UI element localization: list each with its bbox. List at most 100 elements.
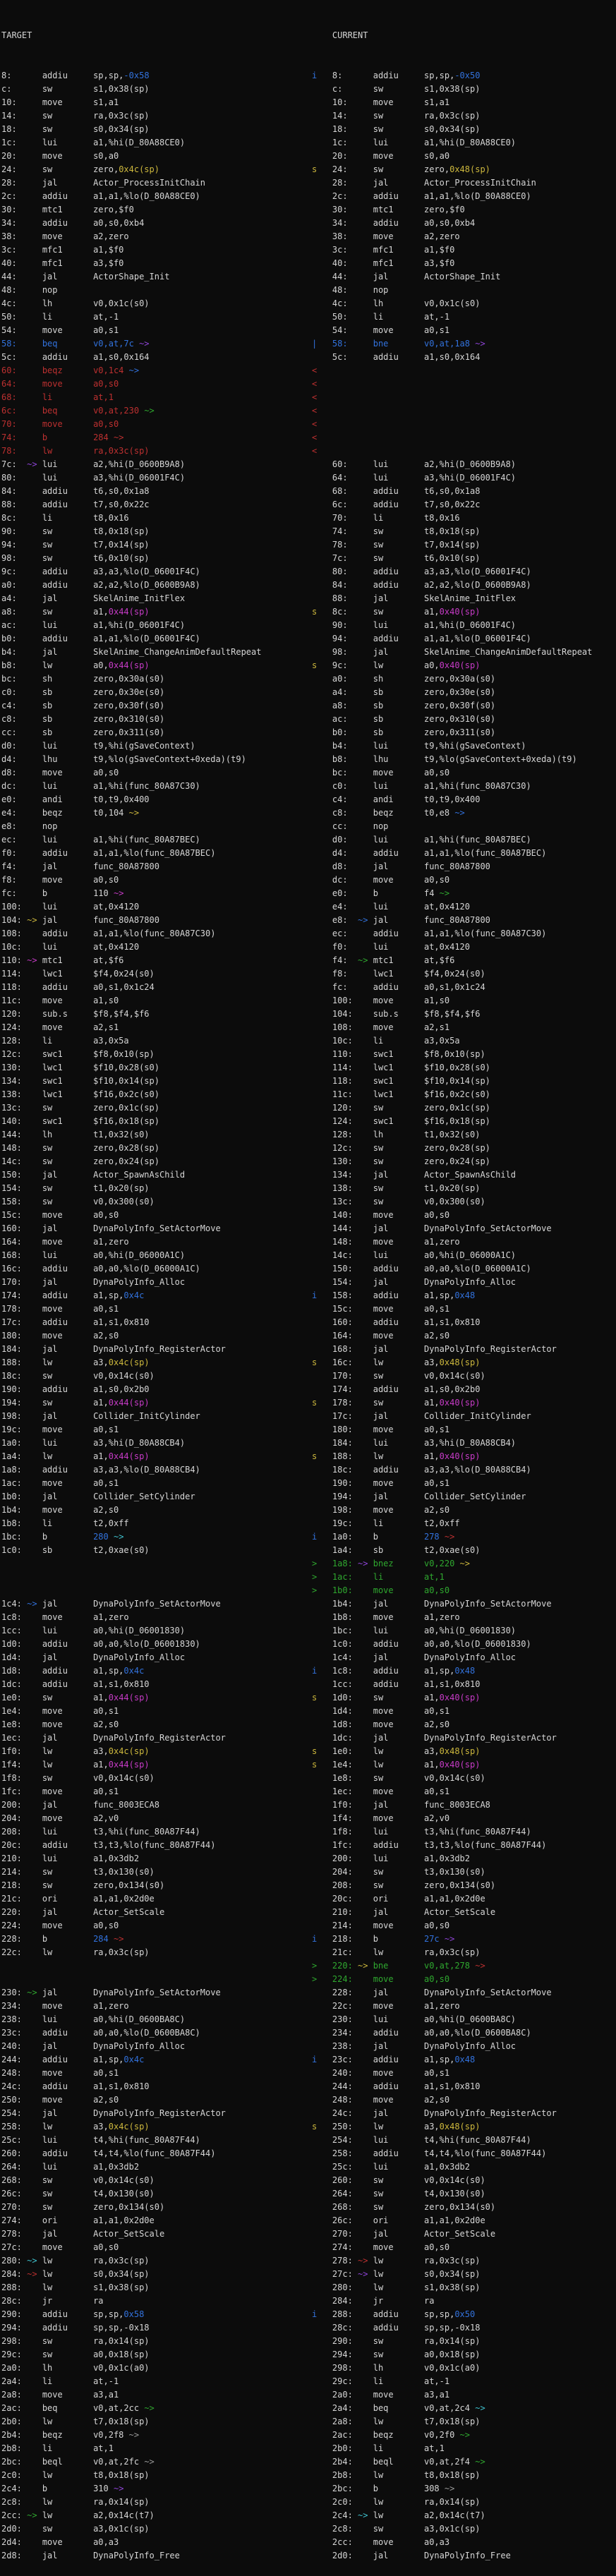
target-line: 1b8: li t2,0xff [1,1517,129,1530]
diff-row: 1b0: jal Collider_SetCylinder 194: jal C… [0,1490,616,1504]
diff-row: e8: nop cc: nop [0,820,616,833]
current-line: 94: addiu a1,a1,%lo(D_06001F4C) [312,632,531,646]
diff-row: c8: sb zero,0x310(s0) ac: sb zero,0x310(… [0,713,616,726]
current-line: 26c: ori a1,a1,0x2d0e [312,2214,485,2227]
target-line: 8c: li t8,0x16 [1,512,129,525]
target-line: c4: sb zero,0x30f(s0) [1,699,164,713]
diff-row: 104: ~> jal func_80A87800 e8: ~> jal fun… [0,914,616,927]
diff-row: 2a4: li at,-1 29c: li at,-1 [0,2375,616,2388]
current-line: s 16c: lw a3,0x48(sp) [312,1356,480,1369]
current-line: 228: jal DynaPolyInfo_SetActorMove [312,1986,552,2000]
diff-row: 48: nop 48: nop [0,284,616,297]
diff-row: 2d4: move a0,a3 2cc: move a0,a3 [0,2536,616,2549]
current-line: 1f8: lui t3,%hi(func_80A87F44) [312,1825,531,1839]
target-line: 58: beq v0,at,7c ~> [1,337,150,351]
current-line: s 9c: lw a0,0x40(sp) [312,659,480,672]
current-line: 110: swc1 $f8,0x10(sp) [312,1048,485,1061]
diff-row: 198: jal Collider_InitCylinder 17c: jal … [0,1410,616,1423]
current-line: 4c: lh v0,0x1c(s0) [312,297,480,310]
target-line: 148: sw zero,0x28(sp) [1,1142,159,1155]
diff-row: 1d0: addiu a0,a0,%lo(D_06001830) 1c0: ad… [0,1638,616,1651]
current-line: 154: jal DynaPolyInfo_Alloc [312,1276,516,1289]
current-line: s 178: sw a1,0x40(sp) [312,1396,480,1410]
current-line: 150: addiu a0,a0,%lo(D_06000A1C) [312,1262,531,1276]
target-line: 278: jal Actor_SetScale [1,2227,164,2241]
target-line: 194: sw a1,0x44(sp) [1,1396,150,1410]
current-line: 124: swc1 $f16,0x18(sp) [312,1115,490,1128]
current-line: e8: ~> jal func_80A87800 [312,914,490,927]
diff-row: 1c: lui a1,%hi(D_80A88CE0) 1c: lui a1,%h… [0,136,616,150]
diff-row: 1c8: move a1,zero 1b8: move a1,zero [0,1611,616,1624]
current-line: 130: sw zero,0x24(sp) [312,1155,490,1168]
target-line: 2d0: sw a3,0x1c(sp) [1,2522,150,2536]
diff-row: 1ac: move a0,s1 190: move a0,s1 [0,1477,616,1490]
target-line: 120: sub.s $f8,$f4,$f6 [1,1008,150,1021]
target-line: 10c: lui at,0x4120 [1,941,139,954]
diff-row: 2c: addiu a1,a1,%lo(D_80A88CE0) 2c: addi… [0,190,616,203]
target-line: 1b4: move a2,s0 [1,1504,119,1517]
diff-row: 2a8: move a3,a1 2a0: move a3,a1 [0,2388,616,2402]
current-line: d4: addiu a1,a1,%lo(func_80A87BEC) [312,847,546,860]
target-line: 2c8: lw ra,0x14(sp) [1,2496,150,2509]
target-line: 1e4: move a0,s1 [1,1705,119,1718]
current-line: 12c: sw zero,0x28(sp) [312,1142,490,1155]
diff-row: > 220: ~> bne v0,at,278 ~> [0,1959,616,1973]
target-line: 2bc: beql v0,at,2fc ~> [1,2455,155,2469]
diff-row: 204: move a2,v0 1f4: move a2,v0 [0,1812,616,1825]
diff-row: f0: addiu a1,a1,%lo(func_80A87BEC) d4: a… [0,847,616,860]
diff-row: 1d4: jal DynaPolyInfo_Alloc 1c4: jal Dyn… [0,1651,616,1664]
diff-row: 1a8: addiu a3,a3,%lo(D_80A88CB4) 18c: ad… [0,1463,616,1477]
current-line: 264: sw t4,0x130(s0) [312,2187,485,2201]
current-line: 1cc: addiu a1,s1,0x810 [312,1678,480,1691]
current-line: i 158: addiu a1,sp,0x48 [312,1289,475,1302]
target-line: 21c: ori a1,a1,0x2d0e [1,1892,155,1906]
current-line: 98: jal SkelAnime_ChangeAnimDefaultRepea… [312,646,592,659]
target-line: 48: nop [1,284,93,297]
target-line: 224: move a0,s0 [1,1919,119,1933]
diff-row: 184: jal DynaPolyInfo_RegisterActor 168:… [0,1343,616,1356]
target-line: 28: jal Actor_ProcessInitChain [1,176,205,190]
target-line: 208: lui t3,%hi(func_80A87F44) [1,1825,200,1839]
current-line: 298: lh v0,0x1c(a0) [312,2362,480,2375]
diff-row: 6c: beq v0,at,230 ~>< [0,404,616,418]
target-line: 2b0: lw t7,0x18(sp) [1,2415,150,2429]
target-line: 180: move a2,s0 [1,1329,119,1343]
current-line: fc: addiu a0,s1,0x1c24 [312,981,485,994]
diff-row: 54: move a0,s1 54: move a0,s1 [0,324,616,337]
target-line: 258: lw a3,0x4c(sp) [1,2120,150,2134]
current-line: 40: mfc1 a3,$f0 [312,257,454,270]
target-line: 1a0: lui a3,%hi(D_80A88CB4) [1,1437,185,1450]
diff-row: 17c: addiu a1,s1,0x810 160: addiu a1,s1,… [0,1316,616,1329]
target-line: 1d4: jal DynaPolyInfo_Alloc [1,1651,185,1664]
current-line: ec: addiu a1,a1,%lo(func_80A87C30) [312,927,546,941]
diff-row: 248: move a0,s1 240: move a0,s1 [0,2067,616,2080]
target-line: 168: lui a0,%hi(D_06000A1C) [1,1249,185,1262]
target-line: b4: jal SkelAnime_ChangeAnimDefaultRepea… [1,646,261,659]
target-line: 214: sw t3,0x130(s0) [1,1866,155,1879]
diff-row: 260: addiu t4,t4,%lo(func_80A87F44) 258:… [0,2147,616,2160]
current-line: | 58: bne v0,at,1a8 ~> [312,337,485,351]
current-line: 268: sw zero,0x134(s0) [312,2201,495,2214]
diff-row: 28: jal Actor_ProcessInitChain 28: jal A… [0,176,616,190]
diff-row: a0: addiu a2,a2,%lo(D_0600B9A8) 84: addi… [0,579,616,592]
current-line: 240: move a0,s1 [312,2067,449,2080]
current-line: 254: lui t4,%hi(func_80A87F44) [312,2134,531,2147]
diff-row: dc: lui a1,%hi(func_80A87C30) c0: lui a1… [0,780,616,793]
current-line: e4: lui at,0x4120 [312,900,470,914]
target-line: 114: lwc1 $f4,0x24(s0) [1,967,155,981]
diff-row: 10c: lui at,0x4120 f0: lui at,0x4120 [0,941,616,954]
target-line: 240: jal DynaPolyInfo_Alloc [1,2040,185,2053]
current-line: f0: lui at,0x4120 [312,941,470,954]
target-line: 88: addiu t7,s0,0x22c [1,498,150,512]
diff-row: 128: li a3,0x5a 10c: li a3,0x5a [0,1034,616,1048]
current-line: 244: addiu a1,s1,0x810 [312,2080,480,2093]
current-line: c: sw s1,0x38(sp) [312,83,480,96]
target-line: 144: lh t1,0x32(s0) [1,1128,150,1142]
target-line: 150: jal Actor_SpawnAsChild [1,1168,185,1182]
target-line: 228: b 284 ~> [1,1933,123,1946]
diff-row: 230: ~> jal DynaPolyInfo_SetActorMove 22… [0,1986,616,2000]
diff-row: 44: jal ActorShape_Init 44: jal ActorSha… [0,270,616,284]
current-line: 1a4: sb t2,0xae(s0) [312,1544,480,1557]
diff-row: 4c: lh v0,0x1c(s0) 4c: lh v0,0x1c(s0) [0,297,616,310]
current-line: 2d0: jal DynaPolyInfo_Free [312,2549,511,2563]
